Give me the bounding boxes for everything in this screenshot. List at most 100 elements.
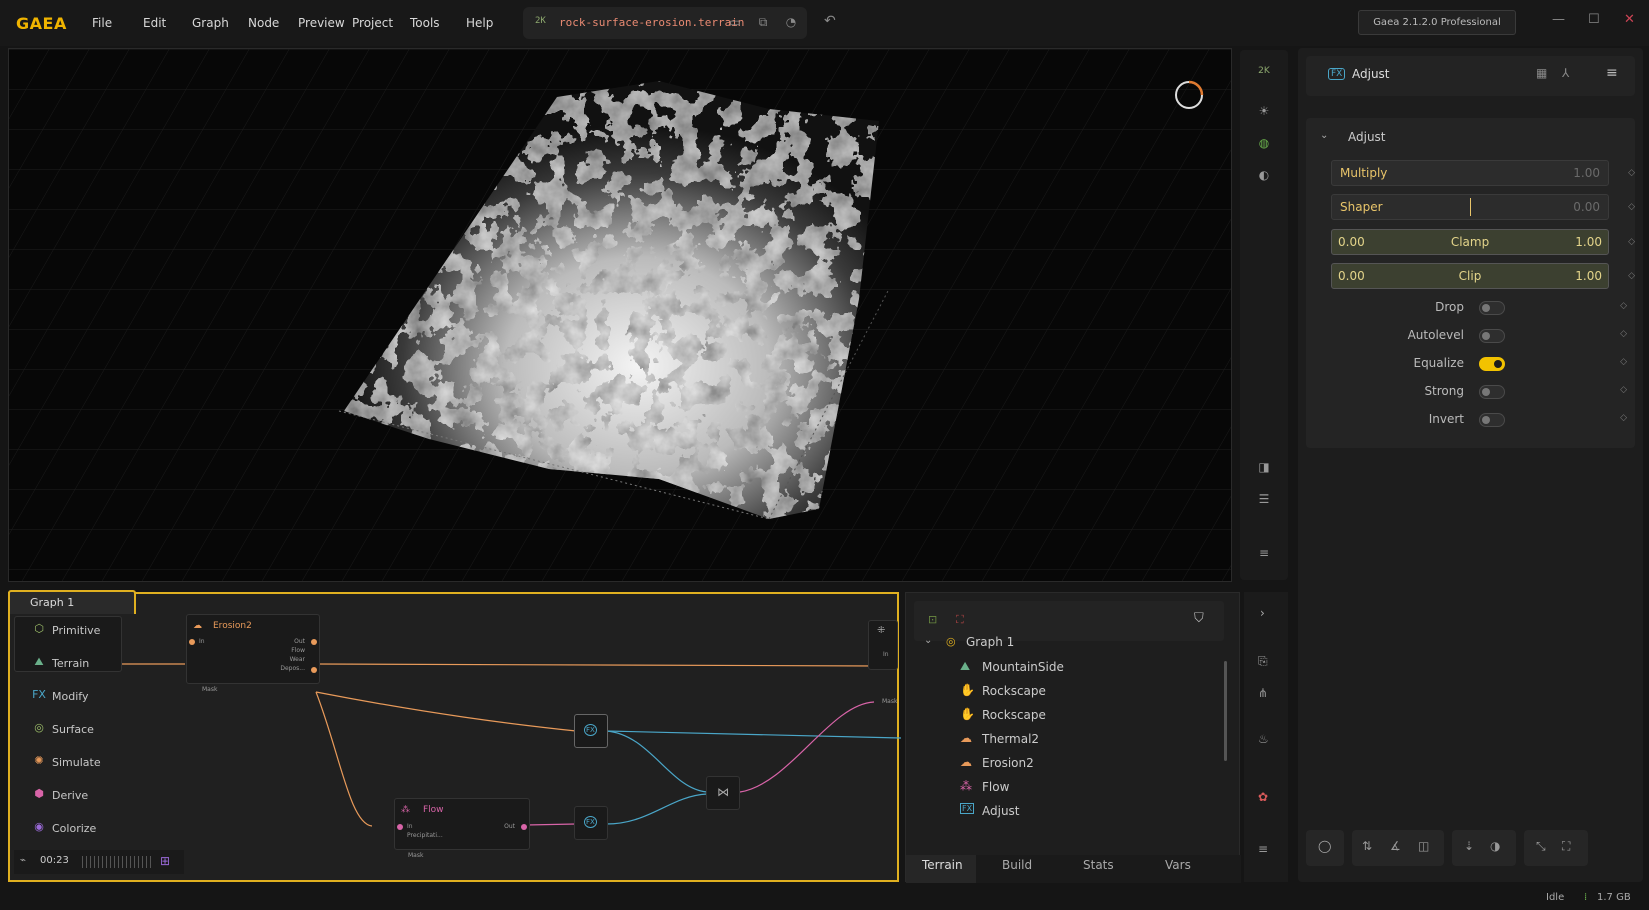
shaper-slider[interactable]: Shaper 0.00 [1331,194,1609,220]
tab-stats[interactable]: Stats [1083,858,1114,872]
tree-item-rockscape-1[interactable]: Rockscape [982,684,1046,698]
tree-chevron-icon[interactable]: ⌄ [924,635,932,646]
combine-node[interactable]: ⋈ [706,776,740,810]
history-icon[interactable]: ◔ [783,15,799,31]
tree-scrollbar[interactable] [1224,661,1227,761]
tree-item-flow[interactable]: Flow [982,780,1009,794]
frame-icon[interactable]: ☰ [1254,492,1274,512]
filter-icon[interactable]: ⛉ [1194,611,1204,626]
menu-project[interactable]: Project [352,16,393,30]
tree-item-adjust[interactable]: Adjust [982,804,1020,818]
angle-icon[interactable]: ∡ [1390,839,1401,853]
tree-item-mountainside[interactable]: MountainSide [982,660,1064,674]
menu-preview[interactable]: Preview [298,16,345,30]
menu-graph[interactable]: Graph [192,16,229,30]
graph-side-toolbar: › ⎘ ⋔ ♨ ✿ ≡ [1244,592,1288,882]
shading-icon[interactable]: ◐ [1254,168,1274,188]
invert-keyframe-icon[interactable]: ◇ [1620,413,1627,423]
lighting-icon[interactable]: ◍ [1254,136,1274,156]
close-icon[interactable]: ✕ [1624,12,1635,27]
bug-icon[interactable]: ✿ [1258,790,1268,804]
menu-help[interactable]: Help [466,16,493,30]
filter-down-icon[interactable]: ⇣ [1464,839,1474,853]
network-icon[interactable]: ⋔ [1258,686,1268,700]
clip-keyframe-icon[interactable]: ◇ [1628,271,1635,281]
flow-node[interactable]: ⁂ Flow In Precipitati... Out [394,798,530,850]
fire-icon[interactable]: ♨ [1258,732,1269,746]
tab-terrain[interactable]: Terrain [922,858,963,872]
fx-node[interactable]: FX [574,806,608,840]
sun-icon[interactable]: ☀ [1254,104,1274,124]
collapse-icon[interactable]: ⤡ [1536,839,1546,854]
clamp-range[interactable]: Clamp 0.00 1.00 [1331,229,1609,255]
resolution-badge[interactable]: 2K [1254,66,1274,86]
undo-icon[interactable]: ↶ [824,13,836,29]
menu-node[interactable]: Node [248,16,279,30]
fullscreen-icon[interactable]: ⛶ [1562,839,1570,854]
shaper-keyframe-icon[interactable]: ◇ [1628,202,1635,212]
terrain-viewport[interactable] [8,48,1232,582]
split-view-icon[interactable]: ◨ [1254,460,1274,480]
tree-item-rockscape-2[interactable]: Rockscape [982,708,1046,722]
equalize-toggle[interactable] [1479,357,1505,371]
flow-in-port[interactable] [397,824,403,830]
select-icon[interactable]: ⊡ [928,613,937,626]
layout-icon[interactable]: ▦ [1536,66,1547,80]
flow-out-port[interactable] [521,824,527,830]
drop-keyframe-icon[interactable]: ◇ [1620,301,1627,311]
graph-tab[interactable]: Graph 1 [8,590,136,614]
tree-item-erosion2[interactable]: Erosion2 [982,756,1034,770]
strong-toggle[interactable] [1479,385,1505,399]
grid-icon[interactable]: ⊞ [160,854,170,868]
graph-editor[interactable]: ☁ Erosion2 In Out Flow Wear Depos... Mas… [8,592,901,882]
tree-root[interactable]: Graph 1 [966,635,1014,649]
menu-tools[interactable]: Tools [410,16,440,30]
equalize-keyframe-icon[interactable]: ◇ [1620,357,1627,367]
maximize-icon[interactable]: ☐ [1588,12,1600,27]
file-name[interactable]: rock-surface-erosion.terrain [559,16,744,29]
panel-menu-icon[interactable]: ≡ [1606,65,1618,81]
tree-item-thermal2[interactable]: Thermal2 [982,732,1039,746]
flip-icon[interactable]: ⇅ [1362,839,1372,853]
clamp-keyframe-icon[interactable]: ◇ [1628,237,1635,247]
adjust-node[interactable]: FX [574,714,608,748]
minimize-icon[interactable]: — [1552,12,1565,27]
compare-icon[interactable]: ◫ [1418,839,1429,853]
tab-build[interactable]: Build [1002,858,1032,872]
category-derive[interactable]: ⬢ Derive [26,781,122,811]
menu-edit[interactable]: Edit [143,16,166,30]
category-simulate[interactable]: ✺ Simulate [26,748,122,778]
deselect-icon[interactable]: ⛶ [956,613,964,627]
category-surface[interactable]: ◎ Surface [26,715,122,745]
copy-icon[interactable]: ⧉ [755,15,771,31]
expand-arrow-icon[interactable]: › [1260,606,1265,620]
viewport-menu-icon[interactable]: ≡ [1254,546,1274,566]
collapse-chevron-icon[interactable]: ⌄ [1320,130,1328,141]
graph-menu-icon[interactable]: ≡ [1258,842,1268,856]
menu-file[interactable]: File [92,16,112,30]
erosion2-out-port[interactable] [311,639,317,645]
bookmark-icon[interactable]: ⎘ [1258,654,1268,669]
category-colorize[interactable]: ◉ Colorize [26,814,122,844]
output-node[interactable]: ⁜ In [868,620,898,670]
drop-toggle[interactable] [1479,301,1505,315]
category-primitive[interactable]: ⬡ Primitive [26,616,122,646]
clip-range[interactable]: Clip 0.00 1.00 [1331,263,1609,289]
multiply-keyframe-icon[interactable]: ◇ [1628,168,1635,178]
contrast-icon[interactable]: ◑ [1490,839,1500,853]
multiply-slider[interactable]: Multiply 1.00 [1331,160,1609,186]
erosion2-in-port[interactable] [189,639,195,645]
erosion2-deposit-port[interactable] [311,667,317,673]
category-modify[interactable]: FX Modify [26,682,122,712]
strong-keyframe-icon[interactable]: ◇ [1620,385,1627,395]
tab-vars[interactable]: Vars [1165,858,1191,872]
invert-toggle[interactable] [1479,413,1505,427]
autolevel-toggle[interactable] [1479,329,1505,343]
shaper-handle[interactable] [1470,198,1471,216]
erosion2-node[interactable]: ☁ Erosion2 In Out Flow Wear Depos... [186,614,320,684]
save-icon[interactable]: ▭ [727,15,743,31]
add-node-button[interactable]: ◯ [1306,830,1344,866]
category-terrain[interactable]: ⛰ Terrain [26,649,122,679]
axis-icon[interactable]: ⅄ [1562,66,1569,80]
autolevel-keyframe-icon[interactable]: ◇ [1620,329,1627,339]
